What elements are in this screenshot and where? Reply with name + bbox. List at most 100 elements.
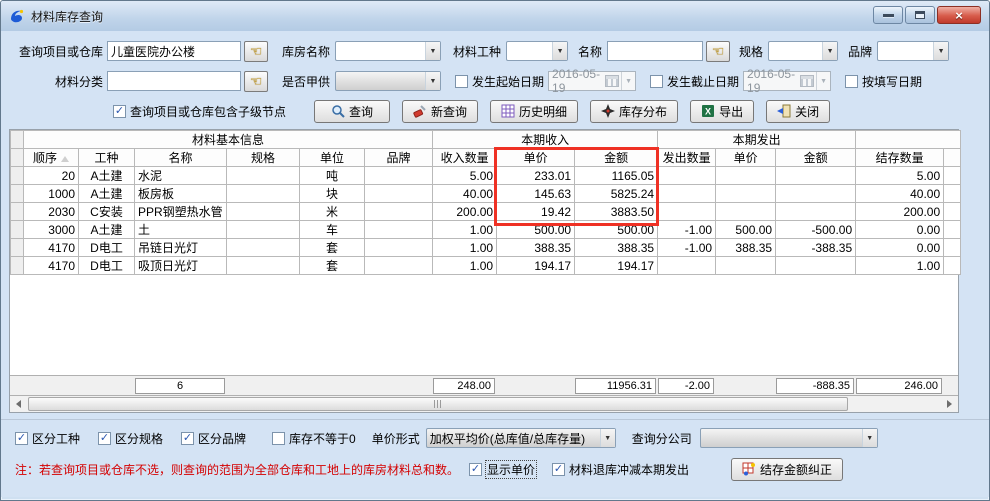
cell[interactable] [365,239,433,257]
name-input[interactable] [607,41,703,61]
cell[interactable]: 200.00 [433,203,497,221]
price-form-combobox[interactable]: 加权平均价(总库值/总库存量) ▼ [426,428,616,448]
brand-combobox[interactable]: ▼ [877,41,949,61]
cell[interactable]: 40.00 [856,185,944,203]
scroll-left-button[interactable] [10,396,27,412]
cell[interactable]: 3883.50 [575,203,658,221]
cell[interactable]: D电工 [79,257,135,275]
close-button[interactable]: × [937,6,981,24]
start-date-checkbox[interactable]: 发生起始日期 [455,73,544,90]
checkbox-checked-icon[interactable]: ✓ [469,463,482,476]
cell[interactable] [227,221,300,239]
cell[interactable]: -1.00 [658,239,716,257]
cell[interactable]: 2030 [24,203,79,221]
cell[interactable]: 388.35 [497,239,575,257]
cell[interactable] [658,257,716,275]
cell[interactable]: 194.17 [497,257,575,275]
spec-combobox[interactable]: ▼ [768,41,838,61]
cell[interactable]: 土 [135,221,227,239]
end-date-checkbox[interactable]: 发生截止日期 [650,73,739,90]
include-sub-checkbox[interactable]: ✓ 查询项目或仓库包含子级节点 [113,103,286,120]
stock-distribution-button[interactable]: 库存分布 [590,100,678,123]
cell[interactable] [365,185,433,203]
chevron-down-icon[interactable]: ▼ [933,42,948,60]
column-header[interactable]: 品牌 [365,149,433,167]
cell[interactable] [776,167,856,185]
cell[interactable]: 4170 [24,239,79,257]
cell[interactable]: PPR钢塑热水管 [135,203,227,221]
cell[interactable] [716,167,776,185]
column-header[interactable]: 顺序 [24,149,79,167]
cell[interactable]: D电工 [79,239,135,257]
cell[interactable] [365,167,433,185]
column-header[interactable]: 规格 [227,149,300,167]
titlebar[interactable]: 材料库存查询 × [1,1,989,31]
checkbox-icon[interactable] [845,75,858,88]
column-header[interactable]: 金额 [776,149,856,167]
category-picker-button[interactable]: ☜ [244,71,268,92]
start-date-picker[interactable]: 2016-05-19 ▼ [548,71,636,91]
cell[interactable]: 194.17 [575,257,658,275]
cell[interactable]: 145.63 [497,185,575,203]
worktype-combobox[interactable]: ▼ [506,41,568,61]
branch-combobox[interactable]: ▼ [700,428,878,448]
cell[interactable]: 吨 [300,167,365,185]
cell[interactable]: 吊链日光灯 [135,239,227,257]
cell[interactable] [365,257,433,275]
cell[interactable]: 1.00 [433,239,497,257]
export-button[interactable]: X 导出 [690,100,754,123]
distinguish-brand-checkbox[interactable]: ✓ 区分品牌 [181,430,246,447]
warehouse-combobox[interactable]: ▼ [335,41,441,61]
cell[interactable]: 米 [300,203,365,221]
distinguish-worktype-checkbox[interactable]: ✓ 区分工种 [15,430,80,447]
return-offset-checkbox[interactable]: ✓ 材料退库冲减本期发出 [552,461,689,478]
cell[interactable]: -1.00 [658,221,716,239]
cell[interactable]: 0.00 [856,221,944,239]
column-header[interactable]: 单价 [497,149,575,167]
supply-combobox[interactable]: ▼ [335,71,441,91]
chevron-down-icon[interactable]: ▼ [552,42,567,60]
row-selector[interactable] [11,257,24,275]
cell[interactable]: 5.00 [433,167,497,185]
column-header[interactable]: 单价 [716,149,776,167]
stock-nonzero-checkbox[interactable]: 库存不等于0 [272,430,356,447]
chevron-down-icon[interactable]: ▼ [862,429,877,447]
chevron-down-icon[interactable]: ▼ [816,72,830,90]
cell[interactable] [716,257,776,275]
cell[interactable] [658,167,716,185]
checkbox-checked-icon[interactable]: ✓ [113,105,126,118]
cell[interactable]: 3000 [24,221,79,239]
cell[interactable] [658,203,716,221]
balance-fix-button[interactable]: 结存金额纠正 [731,458,843,481]
cell[interactable]: 1000 [24,185,79,203]
cell[interactable]: 388.35 [575,239,658,257]
cell[interactable]: 19.42 [497,203,575,221]
maximize-button[interactable] [905,6,935,24]
cell[interactable] [227,257,300,275]
cell[interactable]: A土建 [79,221,135,239]
checkbox-icon[interactable] [272,432,285,445]
project-input[interactable] [107,41,241,61]
column-header[interactable]: 收入数量 [433,149,497,167]
cell[interactable]: 40.00 [433,185,497,203]
chevron-down-icon[interactable]: ▼ [425,72,440,90]
cell[interactable] [365,203,433,221]
column-header[interactable]: 金额 [575,149,658,167]
cell[interactable]: 1.00 [856,257,944,275]
chevron-down-icon[interactable]: ▼ [621,72,635,90]
cell[interactable]: 1.00 [433,257,497,275]
distinguish-spec-checkbox[interactable]: ✓ 区分规格 [98,430,163,447]
query-button[interactable]: 查询 [314,100,390,123]
scrollbar-thumb[interactable] [28,397,848,411]
cell[interactable]: 水泥 [135,167,227,185]
row-selector[interactable] [11,185,24,203]
cell[interactable]: 1.00 [433,221,497,239]
checkbox-checked-icon[interactable]: ✓ [15,432,28,445]
cell[interactable]: A土建 [79,167,135,185]
chevron-down-icon[interactable]: ▼ [600,429,615,447]
cell[interactable]: -500.00 [776,221,856,239]
cell[interactable]: 车 [300,221,365,239]
checkbox-checked-icon[interactable]: ✓ [98,432,111,445]
cell[interactable]: 500.00 [497,221,575,239]
chevron-down-icon[interactable]: ▼ [822,42,837,60]
